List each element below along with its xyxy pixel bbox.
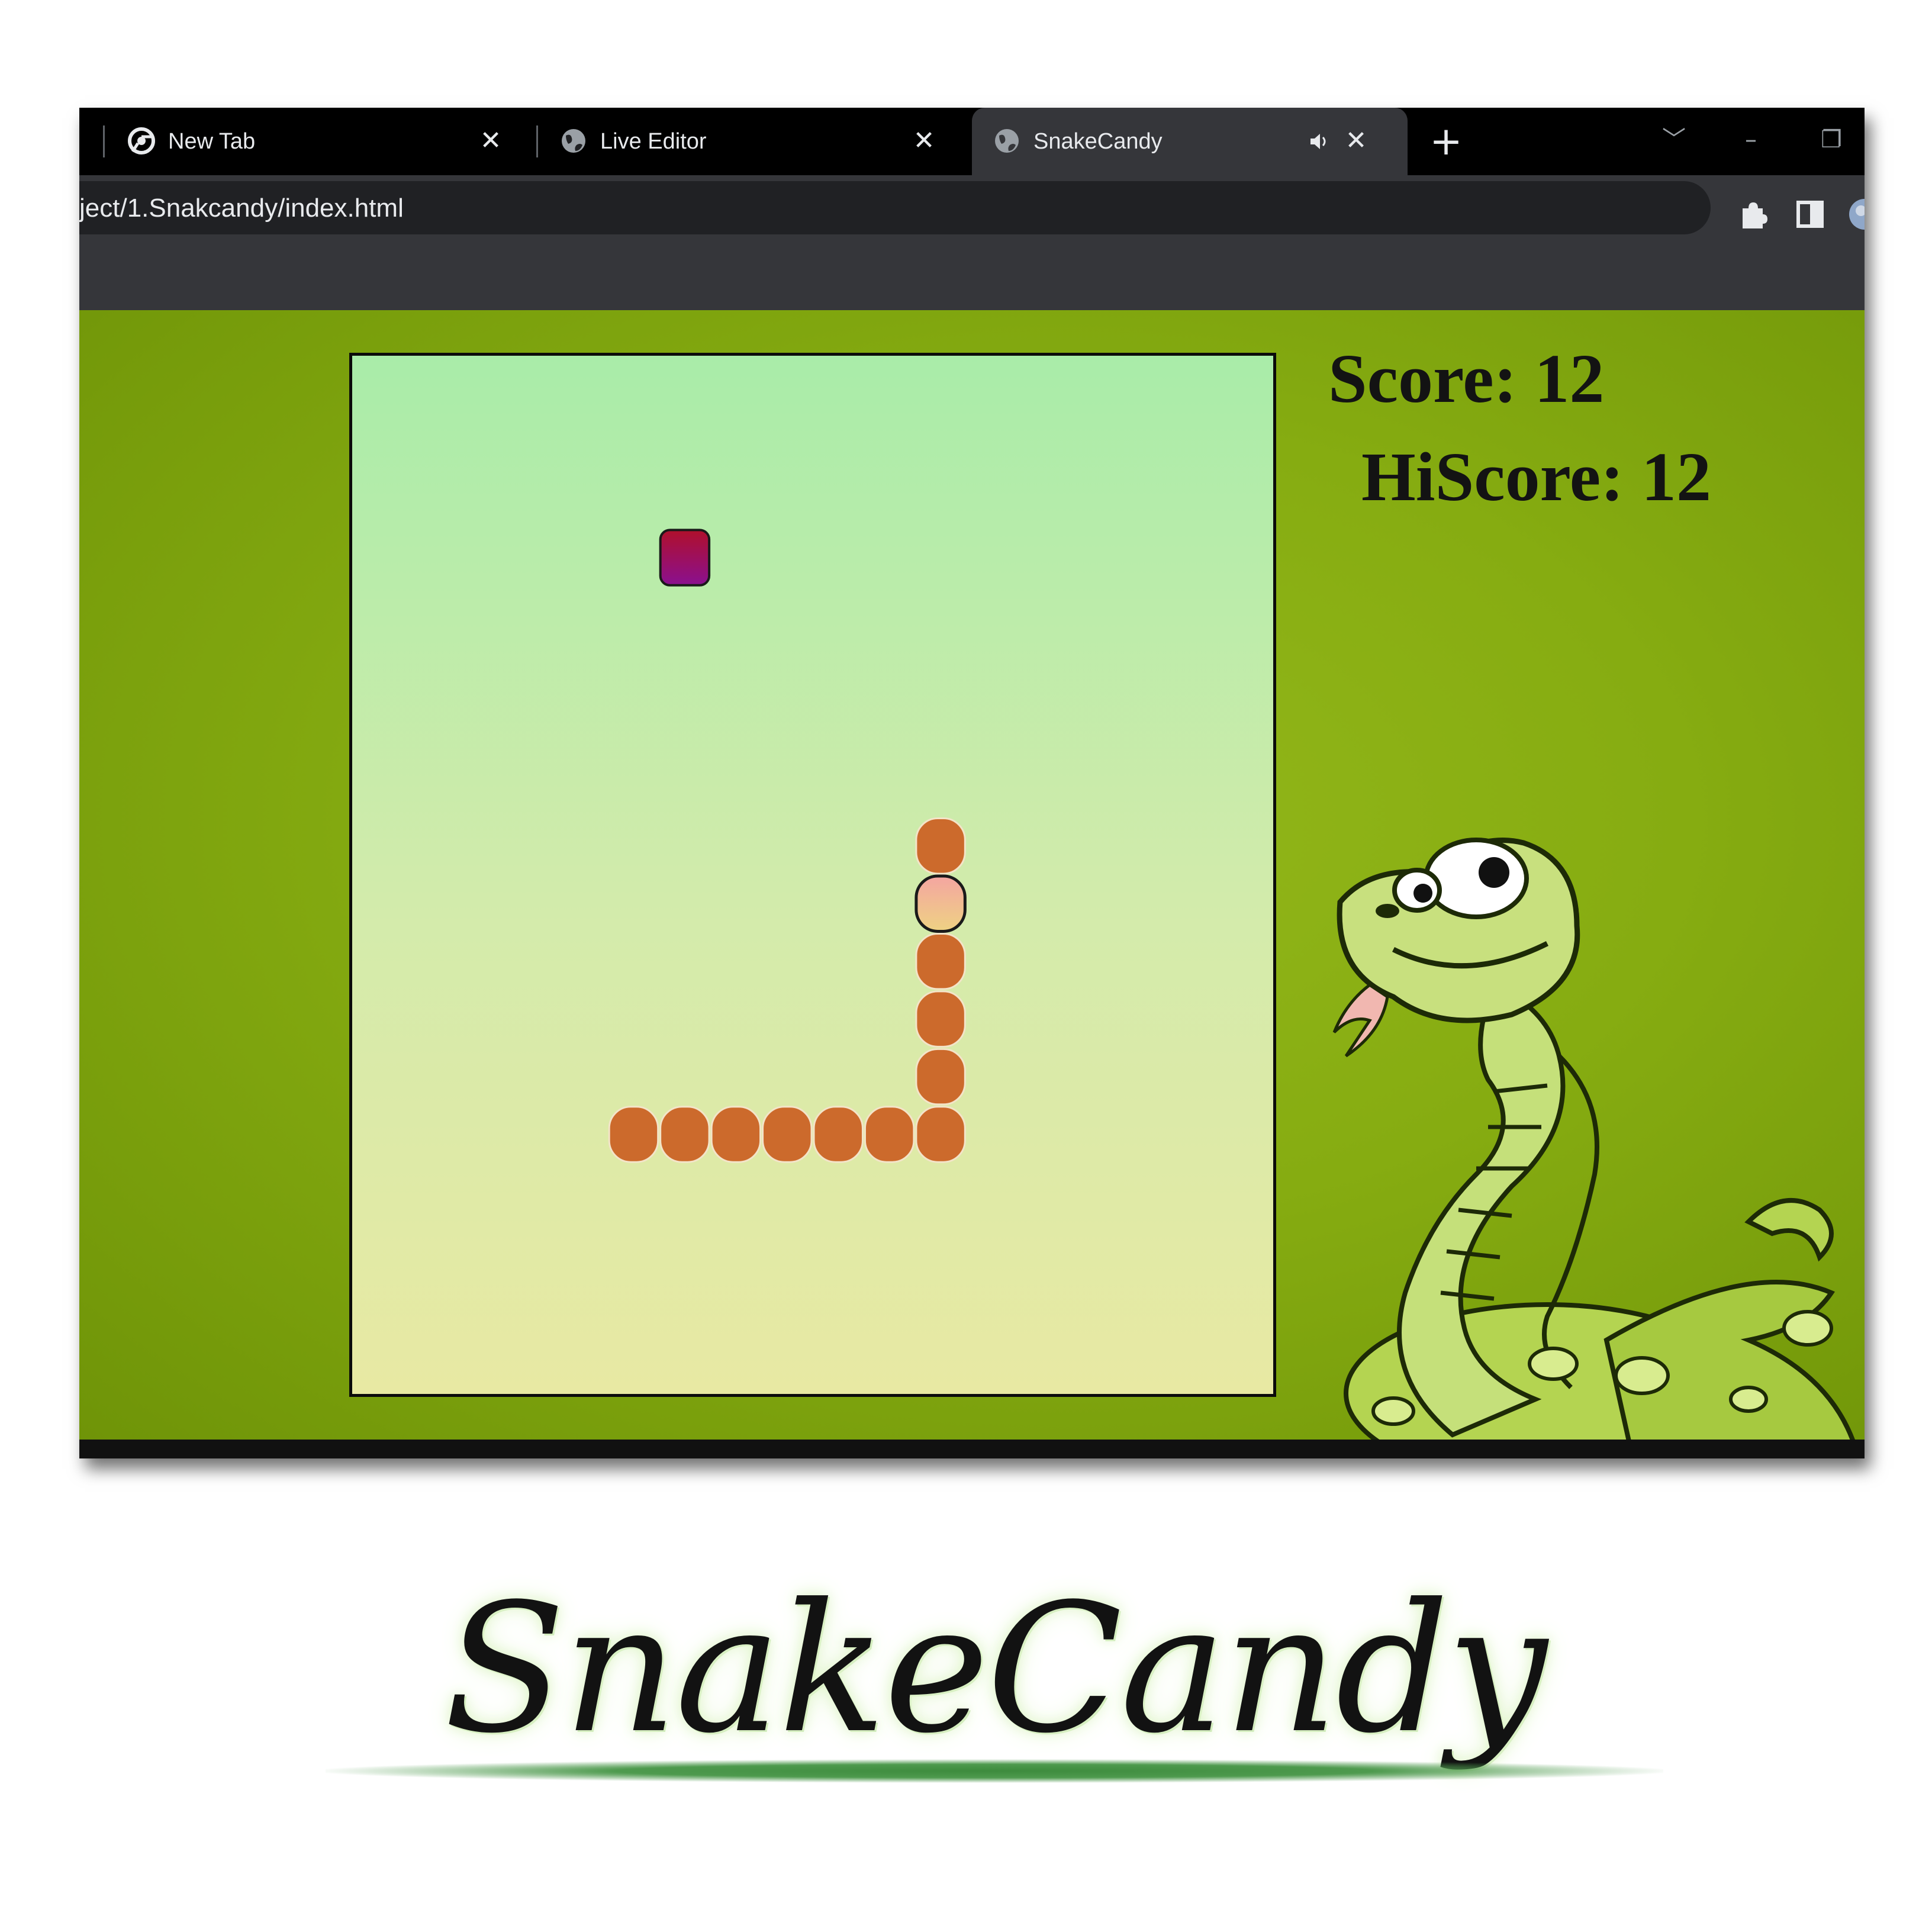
tab-close-button[interactable]: ✕ [910,127,938,154]
tab-new-tab[interactable]: New Tab ✕ [107,108,519,175]
game-board[interactable] [349,353,1276,1397]
speaker-icon[interactable] [1307,130,1331,153]
brand-title: SnakeCandy [443,1566,1547,1772]
new-tab-button[interactable]: + [1427,122,1466,161]
snake-segment [915,1048,966,1106]
score-label: Score: 12 [1328,340,1605,417]
brand-underline [326,1759,1663,1783]
tab-live-editor[interactable]: Live Editor ✕ [539,108,951,175]
snake-segment [762,1106,813,1163]
snake-segment [659,1106,710,1163]
tab-strip: New Tab ✕ Live Editor ✕ SnakeCandy ✕ + ﹀… [79,108,1865,175]
snake-segment [608,1106,659,1163]
bookmarks-bar [79,240,1865,310]
hiscore-label: HiScore: 12 [1361,438,1711,516]
tab-title: Live Editor [600,129,707,154]
url-text: ject/1.Snakcandy/index.html [79,194,404,223]
globe-icon [995,129,1019,153]
snake-segment [915,1106,966,1163]
taskbar-strip [79,1440,1865,1458]
tab-title: SnakeCandy [1033,129,1163,154]
minimize-button[interactable]: – [1733,122,1769,157]
tab-close-button[interactable]: ✕ [1342,127,1370,154]
profile-avatar[interactable] [1848,198,1865,231]
browser-window: New Tab ✕ Live Editor ✕ SnakeCandy ✕ + ﹀… [79,108,1865,1458]
game-page: Score: 12 HiScore: 12 [79,310,1865,1440]
address-bar[interactable]: ject/1.Snakcandy/index.html [79,181,1711,234]
tab-close-button[interactable]: ✕ [477,127,504,154]
tab-search-button[interactable]: ﹀ [1656,122,1692,157]
tab-separator [536,125,538,157]
snake-segment [915,817,966,875]
snake-mascot-illustration [1332,838,1855,1440]
chrome-icon [128,127,155,154]
snake-segment [710,1106,762,1163]
game-board-canvas [608,529,967,1163]
snake-segment [915,932,966,990]
browser-toolbar: ject/1.Snakcandy/index.html [79,175,1865,240]
snake-head [915,874,967,933]
extensions-icon[interactable] [1737,198,1770,231]
snake-segment [864,1106,915,1163]
brand-logo: SnakeCandy [284,1569,1705,1805]
side-panel-icon[interactable] [1793,198,1827,231]
tab-title: New Tab [168,129,256,154]
tab-separator [103,125,105,157]
tab-snakecandy[interactable]: SnakeCandy ✕ [972,108,1408,175]
snake-segment [915,990,966,1048]
restore-button[interactable]: ❐ [1814,122,1849,157]
globe-icon [562,129,585,153]
food-candy [659,529,711,587]
snake-segment [813,1106,864,1163]
